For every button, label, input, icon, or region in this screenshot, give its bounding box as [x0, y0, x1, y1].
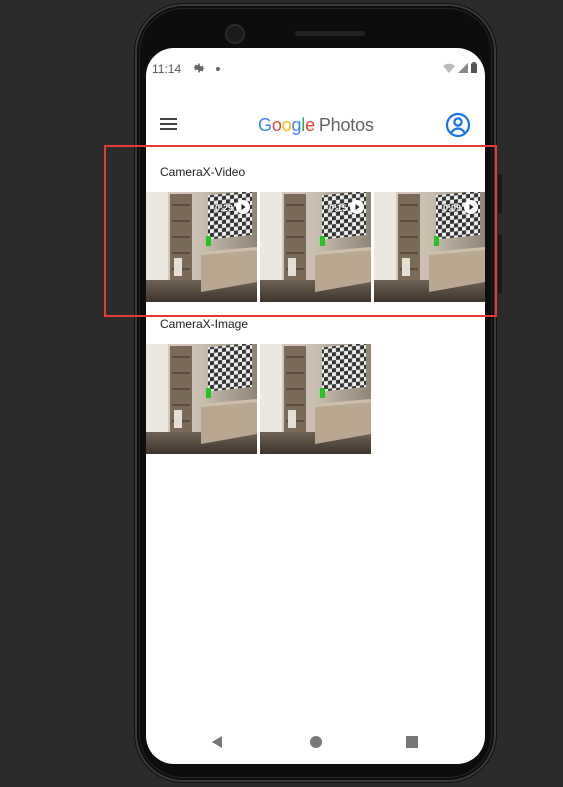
- play-icon: [236, 200, 250, 214]
- status-bar: 11:14: [146, 48, 485, 90]
- status-time: 11:14: [152, 62, 182, 76]
- image-thumbnail[interactable]: [146, 344, 257, 454]
- logo-letter: G: [258, 115, 272, 135]
- status-icons: [443, 62, 477, 73]
- battery-icon: [471, 62, 477, 73]
- earpiece-speaker: [295, 31, 365, 36]
- image-thumbnail-image: [146, 344, 257, 454]
- logo-letter: e: [305, 115, 315, 135]
- video-duration: 0:09: [442, 203, 461, 213]
- video-thumbnail[interactable]: 0:09: [374, 192, 485, 302]
- logo-letter: g: [291, 115, 302, 135]
- wifi-icon: [443, 63, 455, 73]
- video-thumbnail[interactable]: 0:29: [146, 192, 257, 302]
- account-circle-icon[interactable]: [445, 112, 471, 138]
- video-duration: 0:29: [214, 203, 233, 213]
- hamburger-menu-icon[interactable]: [160, 116, 180, 136]
- logo-photos-text: Photos: [318, 115, 374, 135]
- volume-button: [498, 174, 502, 214]
- video-duration: 0:15: [328, 203, 347, 213]
- google-photos-logo: Google Photos: [258, 115, 374, 136]
- play-icon: [464, 200, 478, 214]
- signal-icon: [458, 62, 468, 73]
- image-thumbnail-image: [260, 344, 371, 454]
- device-screen: 11:14 Google Photos CameraX-Video 0:29 0…: [146, 48, 485, 764]
- logo-letter: o: [281, 115, 292, 135]
- logo-letter: o: [271, 115, 282, 135]
- play-icon: [350, 200, 364, 214]
- video-grid: 0:29 0:15 0:09: [146, 192, 485, 302]
- back-triangle-icon[interactable]: [210, 735, 224, 749]
- section-title-image: CameraX-Image: [160, 317, 249, 331]
- image-thumbnail[interactable]: [260, 344, 371, 454]
- power-button: [498, 234, 502, 294]
- front-camera: [225, 24, 245, 44]
- app-bar: Google Photos: [146, 104, 485, 148]
- home-circle-icon[interactable]: [310, 736, 322, 748]
- section-title-video: CameraX-Video: [160, 165, 246, 179]
- gear-icon: [193, 63, 205, 73]
- system-nav-bar: [146, 720, 485, 764]
- logo-google-text: Google: [258, 115, 315, 135]
- image-grid: [146, 344, 371, 454]
- notification-dot-icon: [216, 67, 220, 71]
- recents-square-icon[interactable]: [406, 736, 418, 748]
- video-thumbnail[interactable]: 0:15: [260, 192, 371, 302]
